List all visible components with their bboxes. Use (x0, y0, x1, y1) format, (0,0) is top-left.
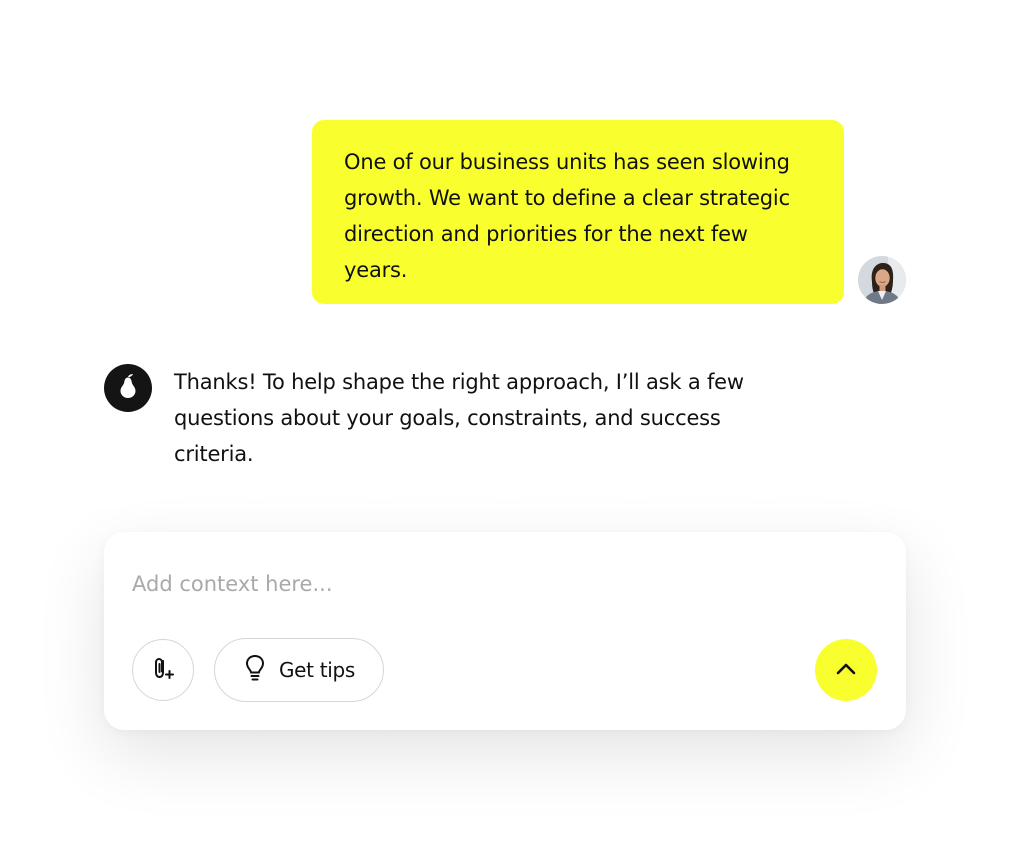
get-tips-label: Get tips (278, 658, 356, 682)
attach-file-button[interactable] (132, 639, 194, 701)
assistant-avatar (104, 364, 152, 412)
pear-logo-icon (117, 373, 139, 403)
user-avatar (858, 256, 906, 304)
chevron-up-icon (835, 661, 857, 680)
user-message-text: One of our business units has seen slowi… (344, 150, 790, 282)
context-input[interactable] (132, 566, 852, 602)
assistant-message-text: Thanks! To help shape the right approach… (174, 370, 744, 466)
message-composer: Get tips (104, 532, 906, 730)
user-message-bubble: One of our business units has seen slowi… (312, 120, 844, 304)
lightbulb-icon (243, 654, 267, 686)
get-tips-button[interactable]: Get tips (214, 638, 384, 702)
paperclip-plus-icon (150, 655, 176, 685)
send-button[interactable] (815, 639, 877, 701)
